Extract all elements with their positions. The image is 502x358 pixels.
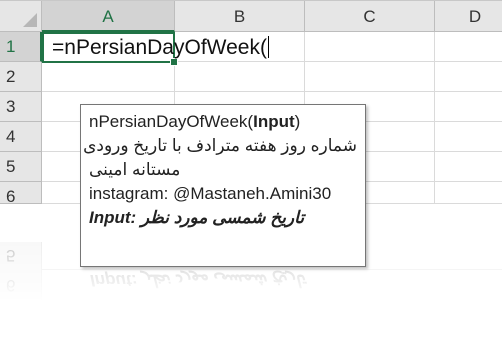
cell[interactable] xyxy=(435,182,502,204)
cell-formula-input[interactable]: =nPersianDayOfWeek( xyxy=(52,33,269,63)
cell[interactable] xyxy=(435,92,502,122)
function-name: nPersianDayOfWeek( xyxy=(89,112,254,131)
column-header-b[interactable]: B xyxy=(175,1,305,32)
row-header-4[interactable]: 4 xyxy=(0,122,42,152)
function-tooltip: nPersianDayOfWeek(Input) شماره روز هفته … xyxy=(80,104,366,267)
cell[interactable] xyxy=(42,62,175,92)
signature-close: ) xyxy=(294,112,301,131)
row-header-3[interactable]: 3 xyxy=(0,92,42,122)
author-instagram: instagram: @Mastaneh.Amini30 xyxy=(89,184,332,203)
argument-help: Input: تاریخ شمسی مورد نظر xyxy=(89,208,305,227)
spreadsheet-stage: A B C D 1 2 3 4 5 6 =nPersianDayOfWeek(… xyxy=(0,0,502,358)
column-header-a[interactable]: A xyxy=(42,1,175,32)
row-header-5[interactable]: 5 xyxy=(0,152,42,182)
row-header-2[interactable]: 2 xyxy=(0,62,42,92)
row-header-6[interactable]: 6 xyxy=(0,182,42,206)
function-description-line1: شماره روز هفته مترادف با تاریخ ورودی xyxy=(83,136,357,155)
cell[interactable] xyxy=(435,32,502,62)
cell[interactable] xyxy=(435,122,502,152)
column-header-c[interactable]: C xyxy=(305,1,435,32)
cell[interactable] xyxy=(435,62,502,92)
select-all-button[interactable] xyxy=(0,1,42,32)
argument-name: Input xyxy=(253,112,295,131)
formula-text: =nPersianDayOfWeek( xyxy=(52,36,267,59)
row-header-1[interactable]: 1 xyxy=(0,32,42,62)
text-caret xyxy=(267,36,269,58)
cell[interactable] xyxy=(305,62,435,92)
function-signature[interactable]: nPersianDayOfWeek(Input) xyxy=(89,110,357,134)
cell[interactable] xyxy=(435,152,502,182)
select-all-triangle-icon xyxy=(23,13,37,27)
cell[interactable] xyxy=(305,32,435,62)
cell[interactable] xyxy=(175,62,305,92)
function-description-line2: مستانه امینی xyxy=(89,160,181,179)
column-header-d[interactable]: D xyxy=(435,1,502,32)
